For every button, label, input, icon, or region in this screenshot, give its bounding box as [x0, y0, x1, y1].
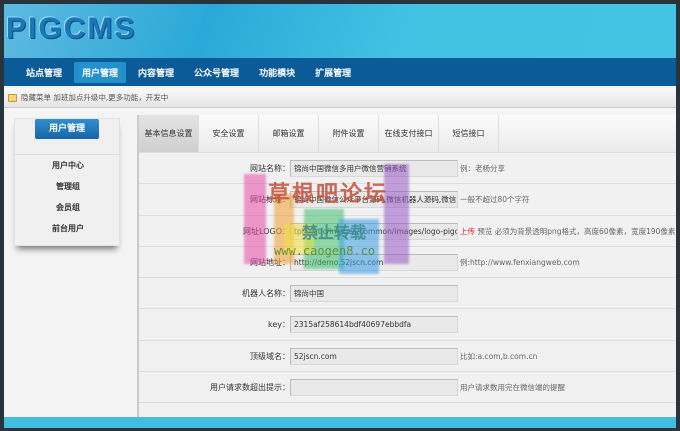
field-hint: 用户请求数用完在微信端的提醒: [460, 383, 565, 393]
sidebar-item-frontend-users[interactable]: 前台用户: [15, 218, 121, 239]
site-title-input[interactable]: 锦尚中国微信公众平台源码,微信机器人源码,微信: [290, 191, 458, 209]
site-url-input[interactable]: http://demo.52jscn.com: [290, 253, 458, 271]
field-label: 网站地址：: [250, 257, 290, 267]
tab-bar: 基本信息设置 安全设置 邮箱设置 附件设置 在线支付接口 短信接口: [139, 115, 676, 153]
field-hint: 预览 必须为背景透明png格式，高度60像素，宽度190像素: [477, 226, 676, 236]
tab-payment[interactable]: 在线支付接口: [379, 115, 439, 152]
nav-extensions[interactable]: 扩展管理: [307, 62, 359, 83]
app-window: PIGCMS 站点管理 用户管理 内容管理 公众号管理 功能模块 扩展管理 隐藏…: [4, 4, 676, 428]
nav-users[interactable]: 用户管理: [74, 61, 127, 83]
field-hint: 例:http://www.fenxiangweb.com: [460, 257, 580, 267]
field-label: key：: [267, 320, 290, 330]
sidebar-item-admin-groups[interactable]: 管理组: [15, 176, 121, 197]
logo: PIGCMS: [6, 12, 137, 45]
request-limit-input[interactable]: [290, 379, 458, 397]
nav-content[interactable]: 内容管理: [130, 62, 182, 83]
notice-text[interactable]: 隐藏菜单 加班加点升级中,更多功能，开发中: [21, 92, 168, 103]
field-label: 机器人名称：: [242, 289, 290, 299]
domain-input[interactable]: 52jscn.com: [290, 347, 458, 365]
notice-bar: 隐藏菜单 加班加点升级中,更多功能，开发中: [4, 88, 676, 108]
form-row-site-title: 网站标题： 锦尚中国微信公众平台源码,微信机器人源码,微信 一般不超过80个字符: [139, 184, 676, 216]
sidebar-title: 用户管理: [35, 119, 99, 139]
tab-sms[interactable]: 短信接口: [439, 115, 499, 152]
key-input[interactable]: 2315af258614bdf40697ebbdfa: [290, 316, 458, 334]
robot-name-input[interactable]: 锦尚中国: [290, 285, 458, 303]
field-label: 网址LOGO：: [243, 226, 290, 236]
sidebar-item-user-center[interactable]: 用户中心: [15, 155, 121, 176]
form-row-domain: 顶级域名： 52jscn.com 比如:a.com,b.com.cn: [139, 341, 676, 373]
nav-modules[interactable]: 功能模块: [251, 62, 303, 83]
form-row-site-name: 网站名称： 锦尚中国微信多用户微信营销系统 例：老杨分享: [139, 153, 676, 185]
header: PIGCMS: [4, 4, 676, 58]
field-hint: 一般不超过80个字符: [460, 195, 530, 205]
logo-input[interactable]: tpl/static/images/common/images/logo-pig…: [290, 222, 458, 240]
folder-icon[interactable]: [8, 93, 17, 102]
logo-hint-group: 上传 预览 必须为背景透明png格式，高度60像素，宽度190像素: [460, 216, 675, 247]
sidebar-item-member-groups[interactable]: 会员组: [15, 197, 121, 218]
form-row-logo: 网址LOGO： tpl/static/images/common/images/…: [139, 216, 676, 247]
site-name-input[interactable]: 锦尚中国微信多用户微信营销系统: [290, 160, 458, 177]
settings-panel: 基本信息设置 安全设置 邮箱设置 附件设置 在线支付接口 短信接口 网站名称： …: [137, 115, 676, 417]
field-hint: 比如:a.com,b.com.cn: [460, 351, 538, 361]
tab-basic[interactable]: 基本信息设置: [139, 115, 199, 152]
field-label: 网站名称：: [250, 164, 290, 173]
upload-link[interactable]: 上传: [460, 227, 475, 236]
form-row-key: key： 2315af258614bdf40697ebbdfa: [139, 309, 676, 341]
bottom-bar: [4, 417, 676, 428]
form-row-robot-name: 机器人名称： 锦尚中国: [139, 278, 676, 310]
field-label: 用户请求数超出提示：: [210, 383, 290, 393]
tab-attachments[interactable]: 附件设置: [319, 115, 379, 152]
field-hint: 例：老杨分享: [460, 164, 505, 173]
form-row-request-limit: 用户请求数超出提示： 用户请求数用完在微信端的提醒: [139, 372, 676, 404]
field-label: 顶级域名：: [250, 351, 290, 361]
tab-security[interactable]: 安全设置: [199, 115, 259, 152]
sidebar: 用户管理 用户中心 管理组 会员组 前台用户: [14, 118, 121, 246]
form-row-site-url: 网站地址： http://demo.52jscn.com 例:http://ww…: [139, 247, 676, 279]
nav-accounts[interactable]: 公众号管理: [186, 62, 247, 83]
main-nav: 站点管理 用户管理 内容管理 公众号管理 功能模块 扩展管理: [4, 58, 676, 86]
tab-email[interactable]: 邮箱设置: [259, 115, 319, 152]
nav-site[interactable]: 站点管理: [18, 62, 70, 83]
field-label: 网站标题：: [250, 195, 290, 205]
